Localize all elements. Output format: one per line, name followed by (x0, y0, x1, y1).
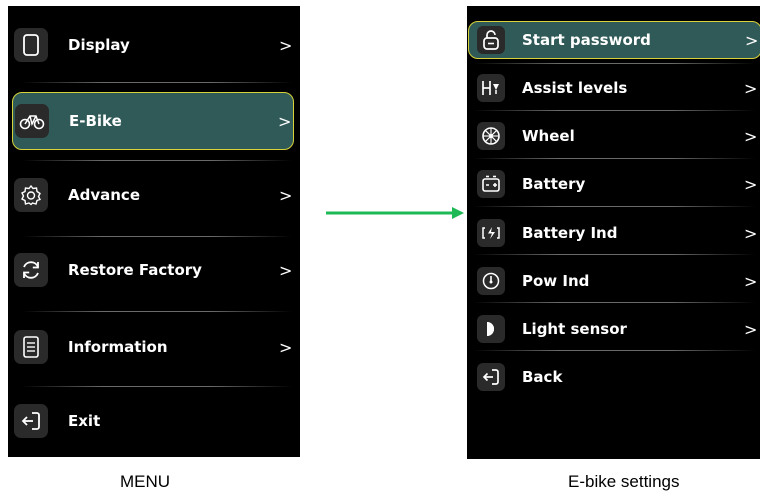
divider (473, 158, 756, 159)
light-sensor-icon (477, 315, 505, 343)
battery-icon (477, 170, 505, 198)
chevron-right-icon: > (279, 185, 293, 205)
menu-item-label: Pow Ind (522, 272, 590, 290)
menu-item-light-sensor[interactable]: Light sensor > (467, 309, 760, 349)
divider (473, 110, 756, 111)
chevron-right-icon: > (744, 223, 758, 243)
menu-item-label: Exit (68, 412, 101, 430)
menu-item-label: Light sensor (522, 320, 627, 338)
divider (22, 386, 292, 387)
divider (473, 302, 756, 303)
menu-item-label: Wheel (522, 127, 575, 145)
menu-item-restore-factory[interactable]: Restore Factory > (8, 239, 300, 301)
menu-item-label: Advance (68, 186, 140, 204)
menu-item-exit[interactable]: Exit (8, 390, 300, 452)
menu-screen: Display > E-Bike > Advance > Restore Fac… (8, 6, 300, 457)
chevron-right-icon: > (745, 30, 759, 50)
battery-charge-icon (477, 219, 505, 247)
divider (473, 350, 756, 351)
menu-item-assist-levels[interactable]: Assist levels > (467, 68, 760, 108)
menu-item-label: E-Bike (69, 112, 122, 130)
chevron-right-icon: > (744, 174, 758, 194)
arrow-right-icon (326, 207, 464, 219)
chevron-right-icon: > (744, 126, 758, 146)
chevron-right-icon: > (744, 319, 758, 339)
ebike-settings-screen: Start password > Assist levels > Wheel >… (467, 6, 760, 459)
ebike-settings-caption: E-bike settings (568, 472, 680, 491)
menu-item-label: Start password (522, 31, 651, 49)
chevron-right-icon: > (278, 111, 292, 131)
divider (473, 63, 756, 64)
menu-item-information[interactable]: Information > (8, 316, 300, 378)
menu-item-ebike[interactable]: E-Bike > (12, 92, 294, 150)
divider (473, 254, 756, 255)
menu-caption: MENU (120, 472, 171, 491)
bicycle-icon (15, 104, 49, 138)
lock-icon (477, 26, 505, 54)
menu-item-label: Battery Ind (522, 224, 618, 242)
chevron-right-icon: > (279, 35, 293, 55)
divider (22, 160, 292, 161)
menu-item-pow-ind[interactable]: Pow Ind > (467, 261, 760, 301)
power-gauge-icon (477, 267, 505, 295)
menu-item-label: Restore Factory (68, 261, 202, 279)
chevron-right-icon: > (744, 78, 758, 98)
menu-item-label: Back (522, 368, 563, 386)
menu-item-battery-ind[interactable]: Battery Ind > (467, 213, 760, 253)
menu-item-display[interactable]: Display > (8, 14, 300, 76)
menu-item-start-password[interactable]: Start password > (468, 21, 760, 59)
divider (22, 82, 292, 83)
chevron-right-icon: > (279, 337, 293, 357)
display-icon (14, 28, 48, 62)
document-icon (14, 330, 48, 364)
menu-item-wheel[interactable]: Wheel > (467, 116, 760, 156)
wheel-icon (477, 122, 505, 150)
back-icon (477, 363, 505, 391)
gear-icon (14, 178, 48, 212)
menu-item-label: Display (68, 36, 130, 54)
exit-icon (14, 404, 48, 438)
divider (22, 311, 292, 312)
chevron-right-icon: > (744, 271, 758, 291)
menu-item-battery[interactable]: Battery > (467, 164, 760, 204)
menu-item-label: Assist levels (522, 79, 628, 97)
restore-icon (14, 253, 48, 287)
menu-item-label: Battery (522, 175, 586, 193)
assist-icon (477, 74, 505, 102)
chevron-right-icon: > (279, 260, 293, 280)
menu-item-label: Information (68, 338, 168, 356)
divider (22, 236, 292, 237)
menu-item-back[interactable]: Back (467, 357, 760, 397)
divider (473, 206, 756, 207)
menu-item-advance[interactable]: Advance > (8, 164, 300, 226)
